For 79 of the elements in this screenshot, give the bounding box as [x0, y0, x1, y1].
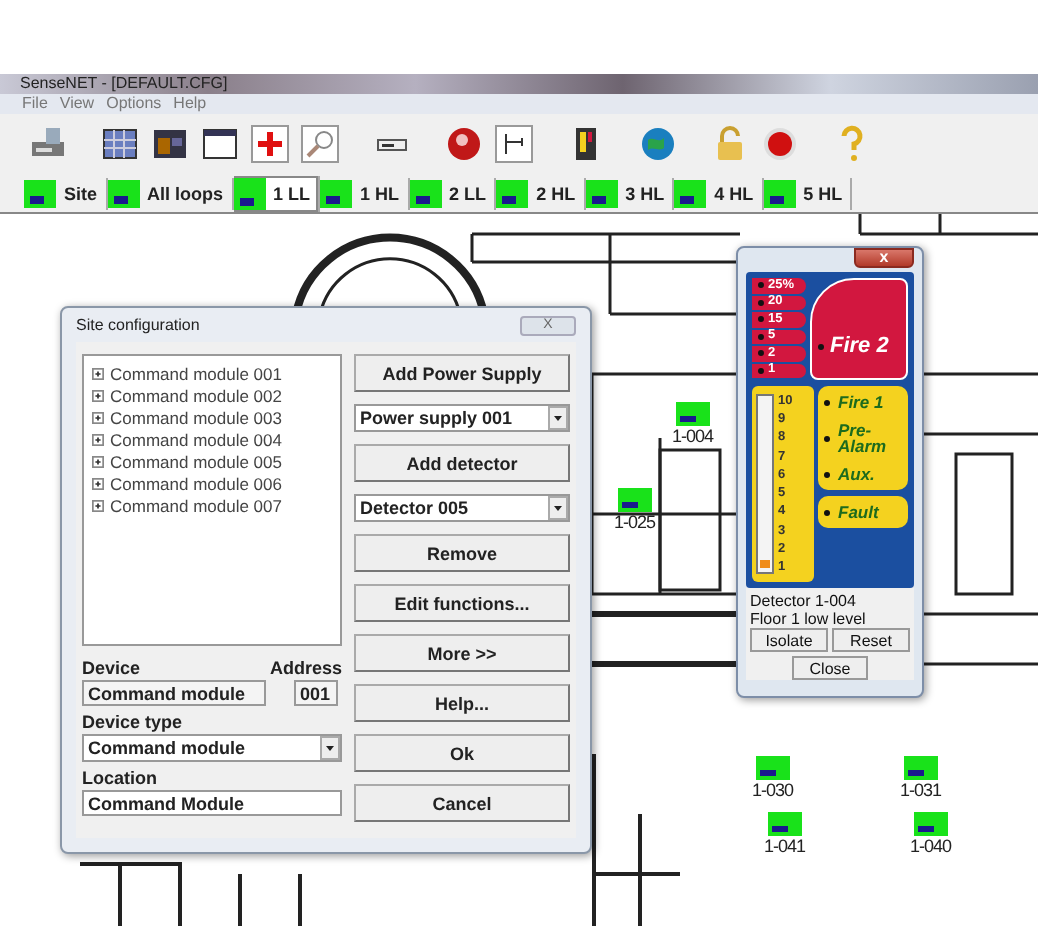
detector-label: 1-040: [910, 836, 952, 856]
menu-item[interactable]: Options: [106, 94, 162, 114]
tree-item[interactable]: Command module 003: [92, 406, 332, 428]
detector-icon[interactable]: [903, 756, 938, 780]
dialog-title: Site configuration: [76, 316, 200, 334]
diagram-icon[interactable]: [494, 124, 534, 164]
detector-icon[interactable]: [617, 488, 652, 512]
loop-tab[interactable]: 2 HL: [496, 177, 586, 209]
tree-item[interactable]: Command module 001: [92, 362, 332, 384]
globe-icon[interactable]: [638, 124, 678, 164]
loop-tab[interactable]: 5 HL: [763, 177, 853, 209]
power-supply-dropdown[interactable]: Power supply 001: [354, 404, 570, 432]
expand-icon[interactable]: [92, 367, 104, 379]
tree-item[interactable]: Command module 002: [92, 384, 332, 406]
expand-icon[interactable]: [92, 433, 104, 445]
menu-item[interactable]: File: [22, 94, 48, 114]
plus-icon[interactable]: [250, 124, 290, 164]
close-panel-button[interactable]: Close: [792, 656, 868, 680]
loop-tab[interactable]: 3 HL: [585, 177, 675, 209]
panel-button[interactable]: Isolate: [750, 628, 828, 652]
tree-item[interactable]: Command module 005: [92, 450, 332, 472]
loop-tab[interactable]: All loops: [107, 177, 234, 209]
menu-item[interactable]: View: [59, 94, 95, 114]
expand-icon[interactable]: [92, 499, 104, 511]
device-field[interactable]: Command module: [82, 680, 266, 706]
expand-icon[interactable]: [92, 477, 104, 489]
detector-location: Floor 1 low level: [750, 610, 868, 628]
add-detector-button[interactable]: Add detector: [354, 444, 570, 482]
detector-icon[interactable]: [913, 812, 948, 836]
expand-icon[interactable]: [92, 389, 104, 401]
detector-icon[interactable]: [675, 402, 710, 426]
detector-label: 1-030: [752, 780, 794, 800]
detector-label: 1-025: [614, 512, 656, 532]
tree-item[interactable]: Command module 004: [92, 428, 332, 450]
detector-label: 1-031: [900, 780, 942, 800]
window-icon[interactable]: [150, 124, 190, 164]
tree-item[interactable]: Command module 007: [92, 494, 332, 516]
detector-icon[interactable]: [767, 812, 802, 836]
dialog-button[interactable]: Edit functions...: [354, 584, 570, 622]
loop-tab[interactable]: 1 HL: [320, 177, 410, 209]
address-field[interactable]: 001: [293, 680, 338, 706]
loop-tab[interactable]: 4 HL: [674, 177, 764, 209]
alarm-button-icon[interactable]: [444, 124, 484, 164]
indicator-label: Aux.: [838, 466, 877, 482]
expand-icon[interactable]: [92, 411, 104, 423]
device-label: Device: [82, 658, 143, 680]
stop-button-icon[interactable]: [760, 124, 800, 164]
device-type-dropdown[interactable]: Command module: [82, 734, 342, 762]
loop-tab[interactable]: 2 LL: [409, 177, 497, 209]
fire-2-indicator: Fire 2: [810, 278, 908, 380]
magnifier-icon[interactable]: [300, 124, 340, 164]
expand-icon[interactable]: [92, 455, 104, 467]
tree-item[interactable]: Command module 006: [92, 472, 332, 494]
dialog-button[interactable]: Ok: [354, 734, 570, 772]
detector-label: 1-041: [764, 836, 806, 856]
address-label: Address: [269, 658, 342, 680]
panel-x-button[interactable]: x: [854, 248, 914, 268]
loop-tab[interactable]: 1 LL: [233, 175, 321, 211]
window-icon[interactable]: [200, 124, 240, 164]
window-title: SenseNET - [DEFAULT.CFG]: [20, 74, 228, 94]
menu-item[interactable]: Help: [173, 94, 207, 114]
fault-indicator: Fault: [818, 496, 908, 528]
dialog-button[interactable]: More >>: [354, 634, 570, 672]
add-power-supply-button[interactable]: Add Power Supply: [354, 354, 570, 392]
detector-name: Detector 1-004: [750, 592, 858, 610]
panel-button[interactable]: Reset: [832, 628, 910, 652]
loop-tab[interactable]: Site: [24, 177, 108, 209]
dialog-button[interactable]: Remove: [354, 534, 570, 572]
location-label: Location: [82, 768, 159, 790]
dialog-button[interactable]: Help...: [354, 684, 570, 722]
detector-label: 1-004: [672, 426, 714, 446]
indicator-label: Pre-Alarm: [838, 422, 889, 454]
location-field[interactable]: Command Module: [82, 790, 342, 816]
indicator-label: Fire 1: [838, 394, 886, 410]
detector-icon[interactable]: [755, 756, 790, 780]
dialog-button[interactable]: Cancel: [354, 784, 570, 822]
detector-dropdown[interactable]: Detector 005: [354, 494, 570, 522]
device-type-label: Device type: [82, 712, 185, 734]
grid-icon[interactable]: [100, 124, 140, 164]
